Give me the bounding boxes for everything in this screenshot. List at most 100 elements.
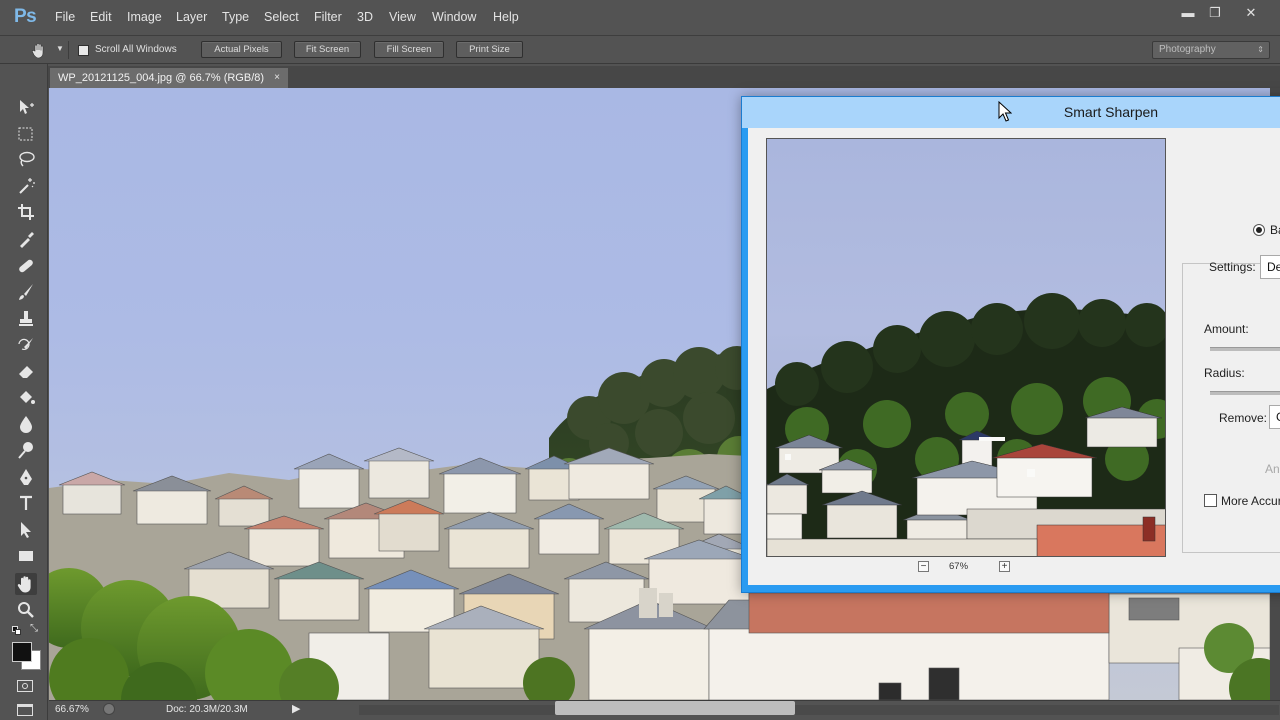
crop-icon — [18, 204, 34, 220]
healing-brush-tool[interactable] — [15, 255, 37, 277]
marquee-tool[interactable] — [15, 123, 37, 145]
zoom-out-button[interactable]: − — [918, 561, 929, 572]
hand-tool-preset-icon[interactable] — [30, 41, 48, 59]
menu-window[interactable]: Window — [432, 10, 476, 24]
status-menu-arrow-icon[interactable]: ▶ — [292, 702, 300, 715]
settings-label: Settings: — [1209, 260, 1256, 274]
crop-tool[interactable] — [15, 201, 37, 223]
lasso-icon — [19, 151, 35, 167]
hand-tool[interactable] — [15, 573, 37, 595]
menu-image[interactable]: Image — [127, 10, 162, 24]
paint-bucket-tool[interactable] — [15, 387, 37, 409]
eyedropper-tool[interactable] — [15, 228, 37, 250]
print-size-button[interactable]: Print Size — [456, 41, 523, 58]
rectangle-icon — [19, 551, 33, 561]
fill-screen-button[interactable]: Fill Screen — [374, 41, 444, 58]
menu-select[interactable]: Select — [264, 10, 299, 24]
horizontal-scrollbar[interactable] — [359, 705, 1279, 715]
brush-tool[interactable] — [15, 281, 37, 303]
menu-type[interactable]: Type — [222, 10, 249, 24]
tools-panel: ⤡ — [0, 64, 48, 720]
settings-group — [1182, 263, 1280, 553]
sharpen-preview[interactable] — [766, 138, 1166, 557]
screen-mode-icon[interactable] — [17, 704, 33, 716]
remove-select[interactable]: G — [1269, 405, 1280, 429]
zoom-icon — [18, 602, 34, 618]
fit-screen-button[interactable]: Fit Screen — [294, 41, 361, 58]
move-tool[interactable] — [15, 96, 37, 118]
hand-icon — [17, 576, 31, 593]
menu-view[interactable]: View — [389, 10, 416, 24]
settings-value: De — [1267, 260, 1280, 274]
doc-size: Doc: 20.3M/20.3M — [166, 704, 248, 715]
rectangle-tool[interactable] — [15, 545, 37, 567]
pen-icon — [20, 469, 32, 485]
more-accurate-checkbox[interactable] — [1204, 494, 1217, 507]
radius-label: Radius: — [1204, 366, 1245, 380]
document-tab[interactable]: WP_20121125_004.jpg @ 66.7% (RGB/8) × — [50, 68, 288, 88]
more-accurate-label: More Accur — [1221, 494, 1280, 508]
radius-slider[interactable] — [1210, 391, 1280, 395]
scroll-all-windows-label: Scroll All Windows — [95, 44, 177, 55]
menu-edit[interactable]: Edit — [90, 10, 112, 24]
amount-label: Amount: — [1204, 322, 1249, 336]
basic-radio[interactable] — [1253, 224, 1265, 236]
paint-bucket-icon — [20, 391, 35, 404]
scroll-all-windows-checkbox[interactable] — [78, 45, 89, 56]
minimize-button[interactable]: ▬ — [1175, 4, 1201, 22]
quick-mask-icon[interactable] — [17, 680, 33, 692]
menu-bar: Ps File Edit Image Layer Type Select Fil… — [0, 0, 1280, 36]
horizontal-scroll-thumb[interactable] — [555, 701, 795, 715]
smart-sharpen-dialog: Smart Sharpen − 67% + B Settings: De Amo… — [741, 96, 1280, 593]
type-tool[interactable] — [15, 492, 37, 514]
preview-image — [767, 293, 1165, 556]
angle-label: An — [1265, 462, 1280, 476]
magic-wand-icon — [19, 178, 35, 194]
divider — [68, 41, 69, 59]
foreground-color-swatch[interactable] — [12, 642, 32, 662]
lasso-tool[interactable] — [15, 148, 37, 170]
updown-arrows-icon: ⇕ — [1257, 45, 1264, 54]
magic-wand-tool[interactable] — [15, 175, 37, 197]
clone-stamp-icon — [19, 311, 33, 326]
history-brush-tool[interactable] — [15, 334, 37, 356]
zoom-tool[interactable] — [15, 599, 37, 621]
actual-pixels-button[interactable]: Actual Pixels — [201, 41, 282, 58]
basic-label: Ba — [1270, 223, 1280, 237]
default-colors-icon[interactable] — [12, 626, 21, 635]
swap-colors-icon[interactable]: ⤡ — [30, 623, 38, 634]
eyedropper-icon — [20, 232, 34, 248]
amount-slider[interactable] — [1210, 347, 1280, 351]
workspace-value: Photography — [1159, 44, 1216, 55]
zoom-in-button[interactable]: + — [999, 561, 1010, 572]
dodge-tool[interactable] — [15, 439, 37, 461]
zoom-level[interactable]: 66.67% — [55, 704, 89, 715]
preview-zoom-value: 67% — [949, 561, 969, 572]
menu-file[interactable]: File — [55, 10, 75, 24]
blur-tool[interactable] — [15, 413, 37, 435]
eraser-icon — [19, 366, 33, 378]
status-info-icon[interactable] — [103, 703, 115, 715]
menu-layer[interactable]: Layer — [176, 10, 207, 24]
maximize-button[interactable]: ❐ — [1202, 4, 1228, 22]
settings-select[interactable]: De — [1260, 255, 1280, 279]
chevron-down-icon[interactable]: ▼ — [56, 44, 64, 53]
dialog-body: − 67% + Ba Settings: De Amount: Radius: … — [748, 128, 1280, 585]
mouse-cursor-icon — [998, 101, 1012, 122]
history-brush-icon — [18, 338, 33, 350]
options-bar: ▼ Scroll All Windows Actual Pixels Fit S… — [0, 36, 1280, 64]
path-selection-icon — [21, 522, 31, 538]
clone-stamp-tool[interactable] — [15, 308, 37, 330]
eraser-tool[interactable] — [15, 360, 37, 382]
path-selection-tool[interactable] — [15, 519, 37, 541]
menu-3d[interactable]: 3D — [357, 10, 373, 24]
photoshop-logo: Ps — [14, 6, 37, 27]
close-tab-icon[interactable]: × — [274, 68, 280, 88]
pen-tool[interactable] — [15, 466, 37, 488]
remove-value: G — [1276, 410, 1280, 424]
menu-help[interactable]: Help — [493, 10, 519, 24]
workspace-select[interactable]: Photography ⇕ — [1152, 41, 1270, 59]
menu-filter[interactable]: Filter — [314, 10, 342, 24]
document-tab-title: WP_20121125_004.jpg @ 66.7% (RGB/8) — [58, 72, 265, 84]
close-button[interactable]: ✕ — [1238, 4, 1264, 22]
